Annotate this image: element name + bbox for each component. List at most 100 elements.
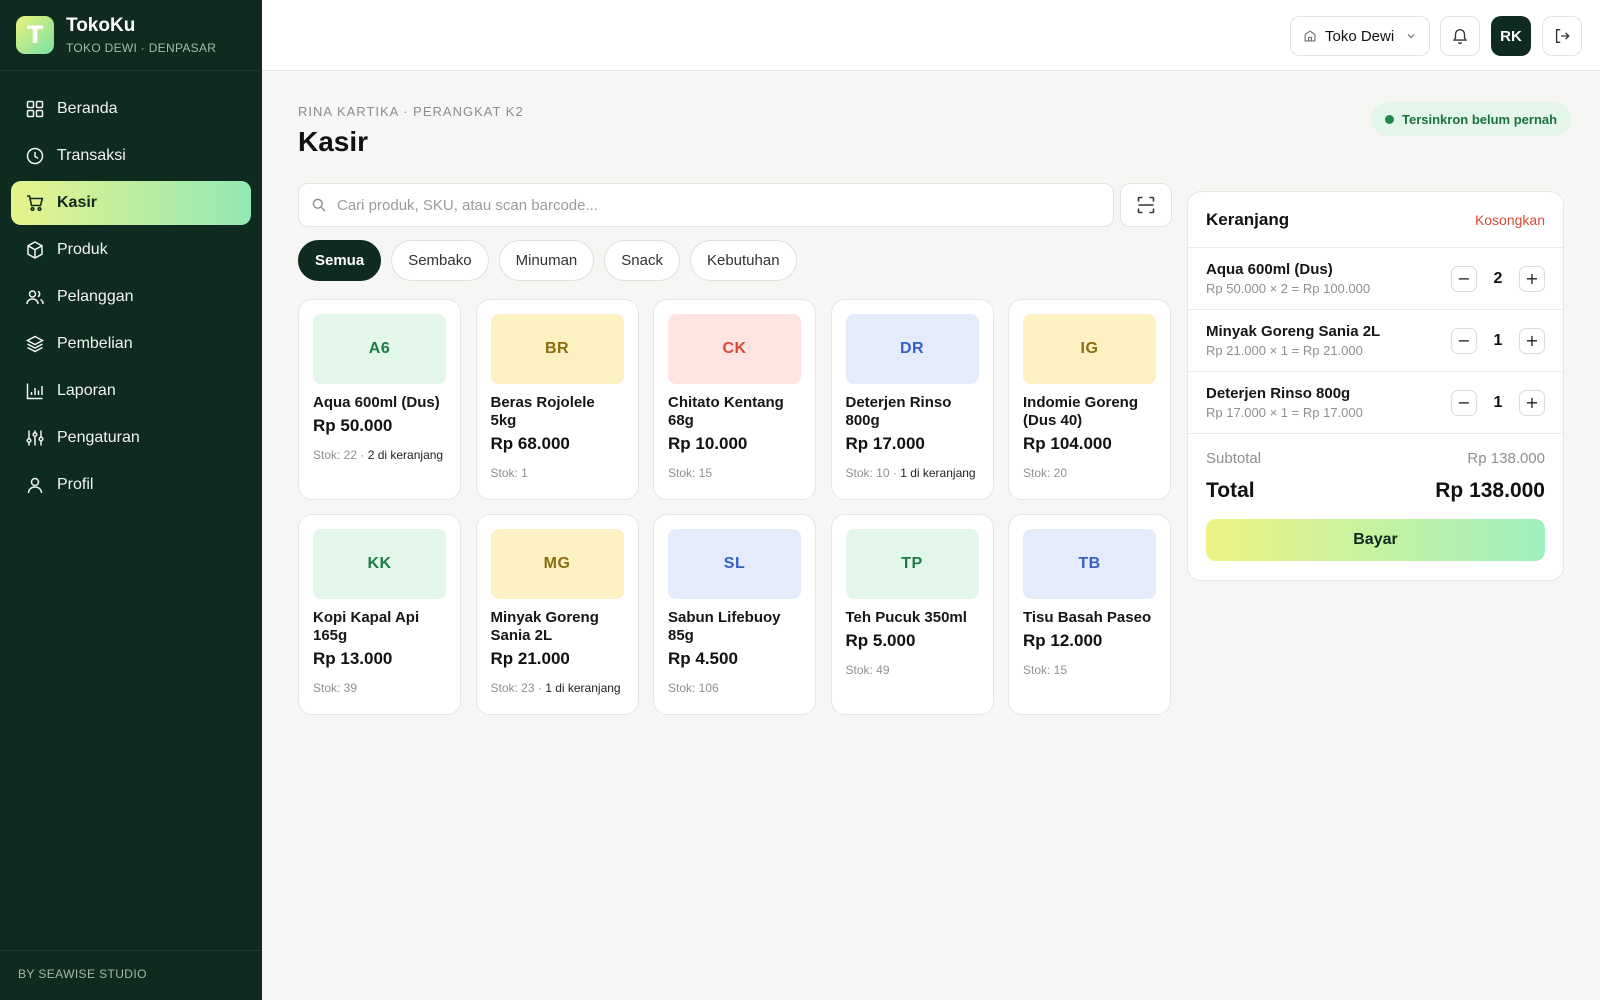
scan-barcode-button[interactable] (1120, 183, 1172, 227)
notifications-button[interactable] (1440, 16, 1480, 56)
product-thumbnail: BR (490, 314, 624, 384)
clear-cart-button[interactable]: Kosongkan (1475, 212, 1545, 228)
quantity-value: 1 (1493, 393, 1503, 411)
status-dot (1385, 114, 1394, 124)
decrease-quantity-button[interactable]: − (1451, 389, 1477, 416)
category-chip-semua[interactable]: Semua (298, 240, 382, 281)
topbar: Toko Dewi RK (262, 0, 1600, 71)
product-thumbnail: A6 (313, 314, 446, 384)
sidebar-item-label: Transaksi (57, 147, 126, 164)
user-icon (27, 477, 43, 494)
category-chip-kebutuhan[interactable]: Kebutuhan (689, 240, 797, 281)
stock-count: Stok: 1 (490, 466, 528, 480)
scan-icon (1137, 196, 1155, 214)
cart-item-calculation: Rp 21.000 × 1 = Rp 21.000 (1206, 343, 1363, 358)
product-price: Rp 21.000 (490, 649, 570, 668)
total-value: Rp 138.000 (1435, 479, 1545, 502)
search-icon (312, 198, 326, 212)
product-price: Rp 68.000 (490, 434, 570, 453)
sidebar-item-kasir[interactable]: Kasir (11, 181, 251, 225)
sidebar-nav: Beranda Transaksi Kasir Produk Pelanggan… (0, 71, 262, 526)
quantity-stepper: −1 + (1451, 389, 1545, 416)
product-stock: Stok: 10 · 1 di keranjang (846, 466, 979, 480)
subtotal-value: Rp 138.000 (1467, 450, 1545, 467)
product-name: Tisu Basah Paseo (1023, 609, 1152, 626)
product-grid: A6 Aqua 600ml (Dus) Rp 50.000 Stok: 22 · 2 … (298, 299, 1172, 715)
cart-item: Deterjen Rinso 800g Rp 17.000 × 1 = Rp 17… (1188, 372, 1563, 434)
separator: · (357, 448, 368, 462)
stock-count: Stok: 20 (1023, 466, 1068, 480)
store-selector[interactable]: Toko Dewi (1290, 16, 1430, 56)
bar-chart-icon (26, 383, 43, 400)
cart-item: Minyak Goreng Sania 2L Rp 21.000 × 1 = Rp… (1188, 310, 1563, 372)
cart-panel: Keranjang Kosongkan Aqua 600ml (Dus) Rp 5… (1187, 191, 1564, 581)
sidebar-item-pembelian[interactable]: Pembelian (11, 322, 251, 366)
product-card[interactable]: BR Beras Rojolele 5kg Rp 68.000 Stok: 1 (475, 299, 639, 500)
stock-count: Stok: 39 (313, 681, 358, 695)
cart-item-calculation: Rp 17.000 × 1 = Rp 17.000 (1206, 405, 1363, 420)
logout-button[interactable] (1542, 16, 1582, 56)
category-chip-snack[interactable]: Snack (604, 240, 680, 281)
main-content: RINA KARTIKA · PERANGKAT K2 Kasir Tersin… (262, 71, 1600, 1000)
product-card[interactable]: SL Sabun Lifebuoy 85g Rp 4.500 Stok: 106 (653, 514, 816, 715)
box-icon (27, 241, 43, 259)
product-name: Teh Pucuk 350ml (845, 609, 967, 626)
sidebar-credit: BY SEAWISE STUDIO (0, 950, 262, 1000)
brand-subtitle: TOKO DEWI · DENPASAR (66, 41, 217, 55)
cart-item-info: Minyak Goreng Sania 2L Rp 21.000 × 1 = Rp… (1206, 323, 1380, 358)
product-card[interactable]: A6 Aqua 600ml (Dus) Rp 50.000 Stok: 22 · 2 … (298, 299, 461, 500)
product-card[interactable]: KK Kopi Kapal Api 165g Rp 13.000 Stok: 39 (298, 514, 461, 715)
product-card[interactable]: IG Indomie Goreng (Dus 40) Rp 104.000 Stok:… (1008, 299, 1171, 500)
decrease-quantity-button[interactable]: − (1451, 265, 1477, 292)
sidebar-item-beranda[interactable]: Beranda (11, 87, 251, 131)
total-row: Total Rp 138.000 (1188, 467, 1563, 503)
category-chip-sembako[interactable]: Sembako (391, 240, 489, 281)
product-thumbnail: MG (490, 529, 624, 599)
increase-quantity-button[interactable]: + (1519, 389, 1545, 416)
product-thumbnail: KK (313, 529, 446, 599)
sidebar-item-pelanggan[interactable]: Pelanggan (11, 275, 251, 319)
sidebar-item-produk[interactable]: Produk (11, 228, 251, 272)
product-card[interactable]: DR Deterjen Rinso 800g Rp 17.000 Stok: 10 ·… (830, 299, 994, 500)
product-name: Sabun Lifebuoy 85g (668, 609, 781, 644)
sidebar-item-pengaturan[interactable]: Pengaturan (11, 416, 251, 460)
subtotal-row: Subtotal Rp 138.000 (1188, 434, 1563, 467)
search-input[interactable] (337, 196, 1101, 214)
page-title: Kasir (298, 126, 369, 157)
pay-button[interactable]: Bayar (1206, 519, 1545, 561)
avatar[interactable]: RK (1491, 16, 1531, 56)
product-name: Minyak Goreng Sania 2L (490, 609, 599, 644)
category-chip-minuman[interactable]: Minuman (498, 240, 595, 281)
product-price: Rp 10.000 (668, 434, 748, 453)
cart-item-calculation: Rp 50.000 × 2 = Rp 100.000 (1206, 281, 1371, 296)
store-icon (1304, 30, 1316, 42)
sidebar-item-transaksi[interactable]: Transaksi (11, 134, 251, 178)
in-cart-count: 2 di keranjang (367, 448, 444, 462)
stock-count: Stok: 15 (1023, 663, 1068, 677)
sidebar-item-label: Laporan (57, 382, 116, 399)
increase-quantity-button[interactable]: + (1519, 327, 1545, 354)
product-thumbnail: TP (845, 529, 979, 599)
product-name: Aqua 600ml (Dus) (313, 394, 440, 411)
increase-quantity-button[interactable]: + (1519, 265, 1545, 292)
product-card[interactable]: MG Minyak Goreng Sania 2L Rp 21.000 Stok: 2… (475, 514, 639, 715)
product-stock: Stok: 39 (313, 681, 446, 695)
sidebar-item-laporan[interactable]: Laporan (11, 369, 251, 413)
product-card[interactable]: CK Chitato Kentang 68g Rp 10.000 Stok: 15 (653, 299, 816, 500)
store-name: Toko Dewi (1325, 27, 1395, 45)
chevron-down-icon (1407, 34, 1415, 39)
decrease-quantity-button[interactable]: − (1451, 327, 1477, 354)
layers-icon (25, 335, 45, 353)
logout-icon (1555, 29, 1570, 43)
product-card[interactable]: TB Tisu Basah Paseo Rp 12.000 Stok: 15 (1008, 514, 1171, 715)
sync-status-badge: Tersinkron belum pernah (1371, 102, 1572, 136)
sliders-icon (26, 430, 44, 446)
breadcrumb: RINA KARTIKA · PERANGKAT K2 (298, 104, 524, 119)
product-card[interactable]: TP Teh Pucuk 350ml Rp 5.000 Stok: 49 (830, 514, 994, 715)
cart-item-info: Deterjen Rinso 800g Rp 17.000 × 1 = Rp 17… (1206, 385, 1363, 420)
sidebar-item-profil[interactable]: Profil (11, 463, 251, 507)
product-name: Kopi Kapal Api 165g (313, 609, 420, 644)
product-stock: Stok: 23 · 1 di keranjang (491, 681, 624, 695)
sync-status-text: Tersinkron belum pernah (1402, 111, 1558, 127)
total-label: Total (1206, 479, 1255, 502)
